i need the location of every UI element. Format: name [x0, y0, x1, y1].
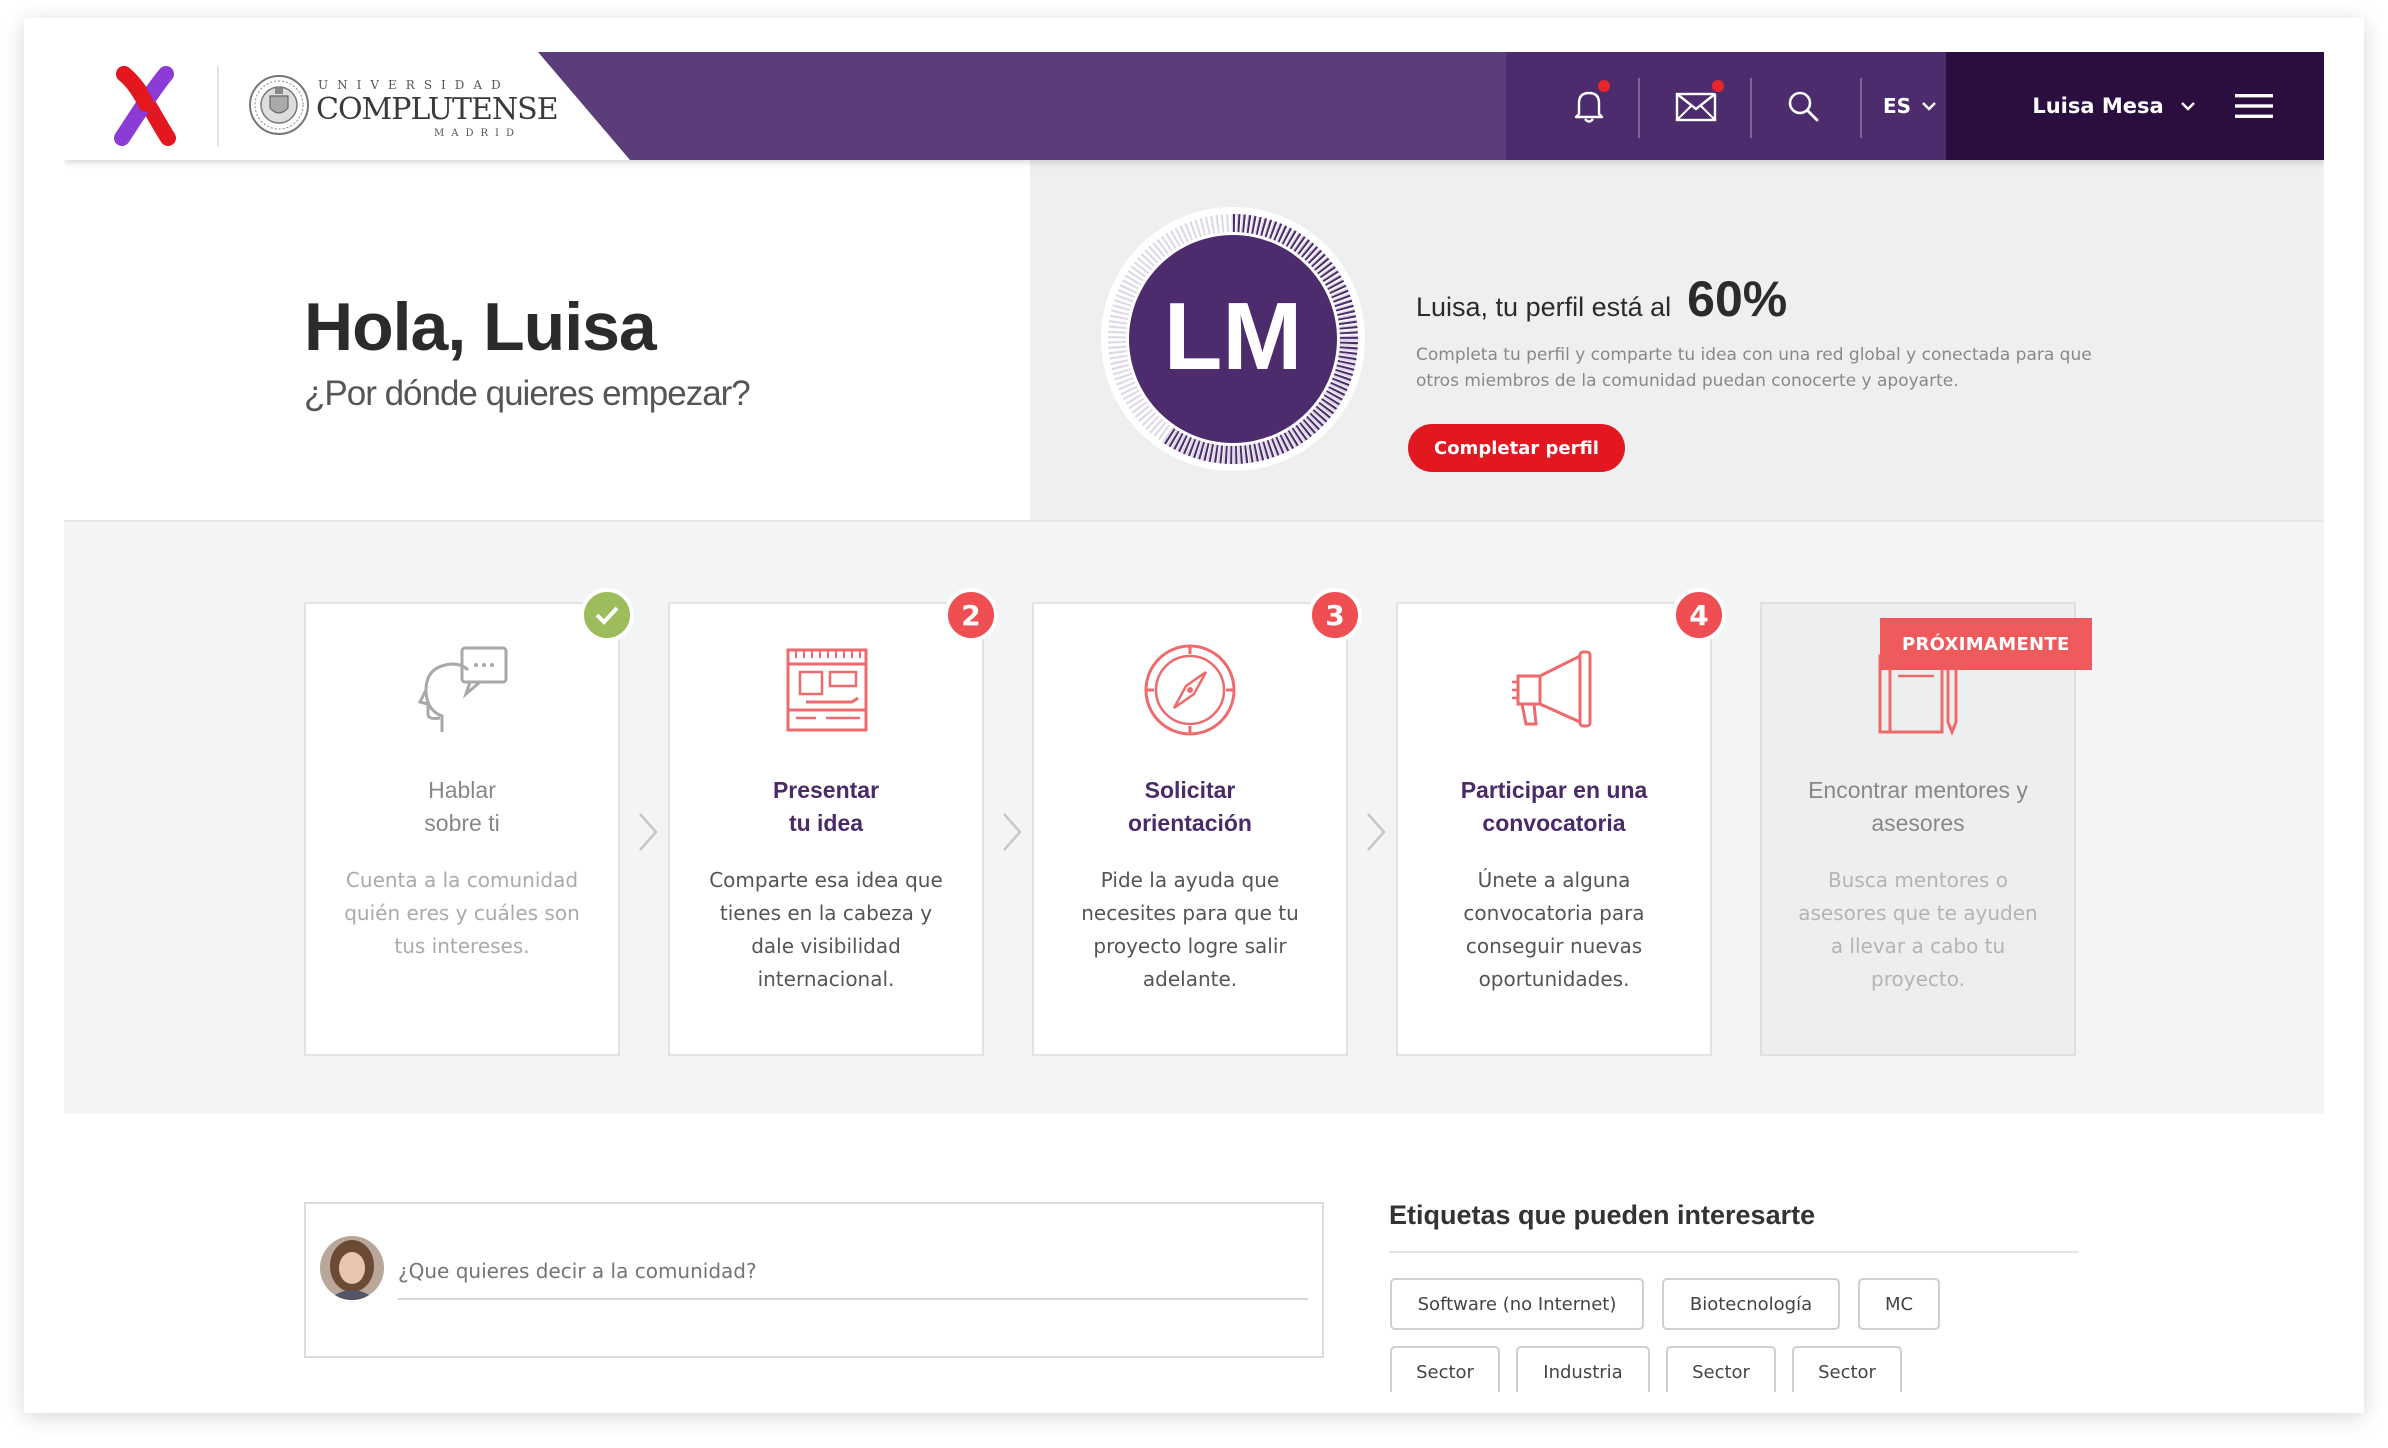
community-post-box [304, 1202, 1324, 1358]
greeting-title: Hola, Luisa [304, 289, 657, 365]
user-photo-icon [320, 1236, 384, 1300]
chevron-right-icon [1367, 813, 1386, 851]
chevron-right-icon [1003, 813, 1022, 851]
step-card-find-mentors: PRÓXIMAMENTE Encontrar mentores y asesore… [1760, 602, 2092, 1056]
step-number-badge: 4 [1672, 588, 1726, 642]
user-menu[interactable]: Luisa Mesa [2014, 52, 2214, 160]
coming-soon-badge: PRÓXIMAMENTE [1880, 618, 2092, 670]
step-description: Únete a alguna convocatoria para consegu… [1463, 868, 1645, 991]
step-number-badge: 3 [1308, 588, 1362, 642]
step-title-line2: sobre ti [424, 810, 500, 836]
step-description: Comparte esa idea que tienes en la cabez… [709, 868, 943, 991]
megaphone-icon [1512, 650, 1592, 728]
greeting-subtitle: ¿Por dónde quieres empezar? [304, 374, 751, 413]
step-card-join-call[interactable]: 4 Participar en una convocatoria Únete a … [1396, 588, 1726, 1056]
step-description: Pide la ayuda que necesites para que tu … [1081, 868, 1299, 991]
profile-completion-description: Completa tu perfil y comparte tu idea co… [1416, 345, 2092, 391]
step-title-line2: convocatoria [1482, 810, 1626, 836]
tag-chip[interactable]: MC [1858, 1278, 1940, 1330]
tag-chip[interactable]: Biotecnología [1662, 1278, 1840, 1330]
step-title-line1: Presentar [772, 777, 880, 803]
mail-icon [1675, 92, 1717, 122]
profile-progress-panel: LM Luisa, tu perfil está al 60% Completa… [1030, 160, 2324, 520]
step-card-request-guidance[interactable]: 3 Solicitar orientación Pide la ayuda que… [1032, 588, 1362, 1056]
tag-chip[interactable]: Sector [1792, 1346, 1902, 1392]
profile-completion-text: Luisa, tu perfil está al [1416, 292, 1672, 322]
university-line1: UNIVERSIDAD [318, 78, 510, 92]
complete-profile-button[interactable]: Completar perfil [1408, 424, 1625, 472]
tag-chip[interactable]: Industria [1516, 1346, 1650, 1392]
app-logo-icon[interactable] [110, 66, 180, 146]
avatar-initials: LM [1164, 283, 1303, 390]
step-done-badge [580, 588, 634, 642]
profile-progress-ring: LM [1101, 207, 1365, 471]
browser-frame: UNIVERSIDAD COMPLUTENSE MADRID ES Luisa … [24, 18, 2364, 1413]
step-title-line1: Encontrar mentores y [1808, 777, 2028, 803]
head-speech-icon [417, 646, 508, 732]
check-icon [595, 606, 619, 625]
step-title-line2: tu idea [788, 810, 864, 836]
search-icon [1788, 91, 1819, 122]
chevron-down-icon [1922, 102, 1936, 111]
search-button[interactable] [1768, 52, 1838, 160]
messages-unread-dot [1710, 78, 1726, 94]
user-name: Luisa Mesa [2032, 94, 2164, 118]
step-title-line2: asesores [1871, 810, 1965, 836]
header-separator [1638, 78, 1640, 138]
notifications-unread-dot [1596, 78, 1612, 94]
step-card-present-idea[interactable]: 2 Presentar tu idea Comparte esa idea que… [668, 588, 998, 1056]
top-header: UNIVERSIDAD COMPLUTENSE MADRID ES Luisa … [64, 52, 2324, 160]
university-seal-icon [249, 75, 309, 135]
user-avatar [320, 1236, 384, 1300]
header-separator [1860, 78, 1862, 138]
tags-divider [1389, 1251, 2079, 1253]
profile-completion-percent: 60% [1687, 271, 1788, 327]
step-title-line1: Solicitar [1144, 777, 1236, 803]
tag-chip[interactable]: Sector [1666, 1346, 1776, 1392]
chevron-right-icon [639, 813, 658, 851]
university-logo[interactable]: UNIVERSIDAD COMPLUTENSE MADRID [248, 68, 559, 144]
step-description: Cuenta a la comunidad quién eres y cuále… [344, 868, 580, 958]
tags-title: Etiquetas que pueden interesarte [1389, 1200, 1816, 1230]
tag-chip[interactable]: Sector [1390, 1346, 1500, 1392]
tag-chip[interactable]: Software (no Internet) [1390, 1278, 1644, 1330]
header-separator [1750, 78, 1752, 138]
profile-completion-heading: Luisa, tu perfil está al 60% [1416, 270, 1787, 328]
step-title-line2: orientación [1128, 810, 1252, 836]
hamburger-icon [2235, 94, 2273, 118]
chevron-down-icon [2180, 102, 2195, 111]
profile-avatar[interactable]: LM [1098, 204, 1368, 474]
hamburger-menu-button[interactable] [2224, 52, 2284, 160]
university-line3: MADRID [434, 128, 521, 139]
language-selector[interactable]: ES [1878, 52, 1942, 160]
notifications-button[interactable] [1554, 52, 1624, 160]
step-card-talk-about-you[interactable]: Hablar sobre ti Cuenta a la comunidad qui… [304, 588, 634, 1056]
messages-button[interactable] [1656, 52, 1736, 160]
post-input[interactable] [398, 1244, 1308, 1300]
step-title-line1: Participar en una [1460, 777, 1648, 803]
app: UNIVERSIDAD COMPLUTENSE MADRID ES Luisa … [64, 52, 2324, 1392]
logo-divider [217, 66, 219, 146]
compass-icon [1144, 644, 1236, 736]
step-number-badge: 2 [944, 588, 998, 642]
university-line2: COMPLUTENSE [316, 92, 559, 127]
step-description: Busca mentores o asesores que te ayuden … [1798, 868, 2038, 991]
step-title-line1: Hablar [428, 777, 496, 803]
welcome-panel: Hola, Luisa ¿Por dónde quieres empezar? [64, 160, 1030, 520]
language-label: ES [1882, 94, 1912, 118]
blueprint-icon [786, 648, 868, 732]
